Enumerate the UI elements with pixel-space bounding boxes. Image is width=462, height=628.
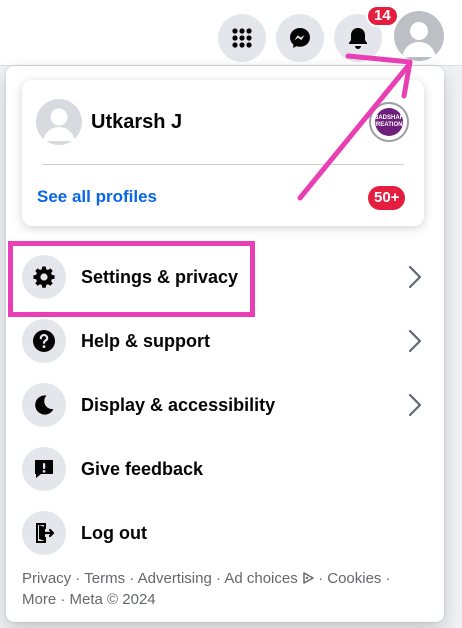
ad-choices-icon [302,570,314,587]
footer-copyright: Meta © 2024 [69,591,156,608]
footer-separator: · [75,570,85,587]
menu-item-help-support[interactable]: Help & support [14,311,436,371]
feedback-icon [22,447,66,491]
chevron-right-icon [408,329,422,358]
menu-item-log-out[interactable]: Log out [14,503,436,563]
notifications-count-badge: 14 [366,5,399,27]
menu-item-label: Help & support [81,330,210,351]
chevron-right-icon [408,265,422,294]
page-logo-text: BADSHAH CREATIONS [372,108,406,136]
switch-profile-avatar[interactable]: BADSHAH CREATIONS [369,102,409,142]
menu-item-label: Give feedback [81,458,204,479]
card-divider [42,164,404,165]
footer-separator: · [318,570,328,587]
moon-icon [22,383,66,427]
default-avatar-icon [394,22,444,61]
menu-item-settings-privacy[interactable]: Settings & privacy [14,247,436,307]
messenger-button[interactable] [276,14,324,62]
question-icon [22,319,66,363]
footer-link-cookies[interactable]: Cookies [327,570,381,587]
menu-item-give-feedback[interactable]: Give feedback [14,439,436,499]
footer-link-privacy[interactable]: Privacy [22,570,71,587]
footer-links: Privacy · Terms · Advertising · Ad choic… [22,568,422,610]
footer-separator: · [129,570,138,587]
logout-icon [22,511,66,555]
see-all-profiles-link[interactable]: See all profiles [37,187,157,207]
gear-icon [22,255,66,299]
menu-item-label: Settings & privacy [81,266,239,287]
footer-link-more[interactable]: More [22,591,56,608]
menu-button[interactable] [218,14,266,62]
footer-link-advertising[interactable]: Advertising [138,570,212,587]
messenger-icon [288,26,312,50]
account-button[interactable] [394,11,444,61]
menu-item-display-accessibility[interactable]: Display & accessibility [14,375,436,435]
footer-link-terms[interactable]: Terms [84,570,125,587]
menu-item-label: Log out [81,522,147,543]
top-navigation-bar: 14 [0,0,462,66]
footer-separator: · [60,591,70,608]
account-dropdown: Utkarsh J BADSHAH CREATIONS See all prof… [6,66,444,622]
chevron-right-icon [408,393,422,422]
profile-card: Utkarsh J BADSHAH CREATIONS See all prof… [22,80,424,226]
footer-link-ad-choices[interactable]: Ad choices [224,570,297,587]
footer-separator: · [385,570,391,587]
profile-count-badge: 50+ [368,186,406,210]
bell-icon [347,26,369,50]
profile-name[interactable]: Utkarsh J [91,111,182,134]
grid-dots-icon [231,27,253,49]
profile-avatar[interactable] [36,99,82,145]
menu-item-label: Display & accessibility [81,394,276,415]
